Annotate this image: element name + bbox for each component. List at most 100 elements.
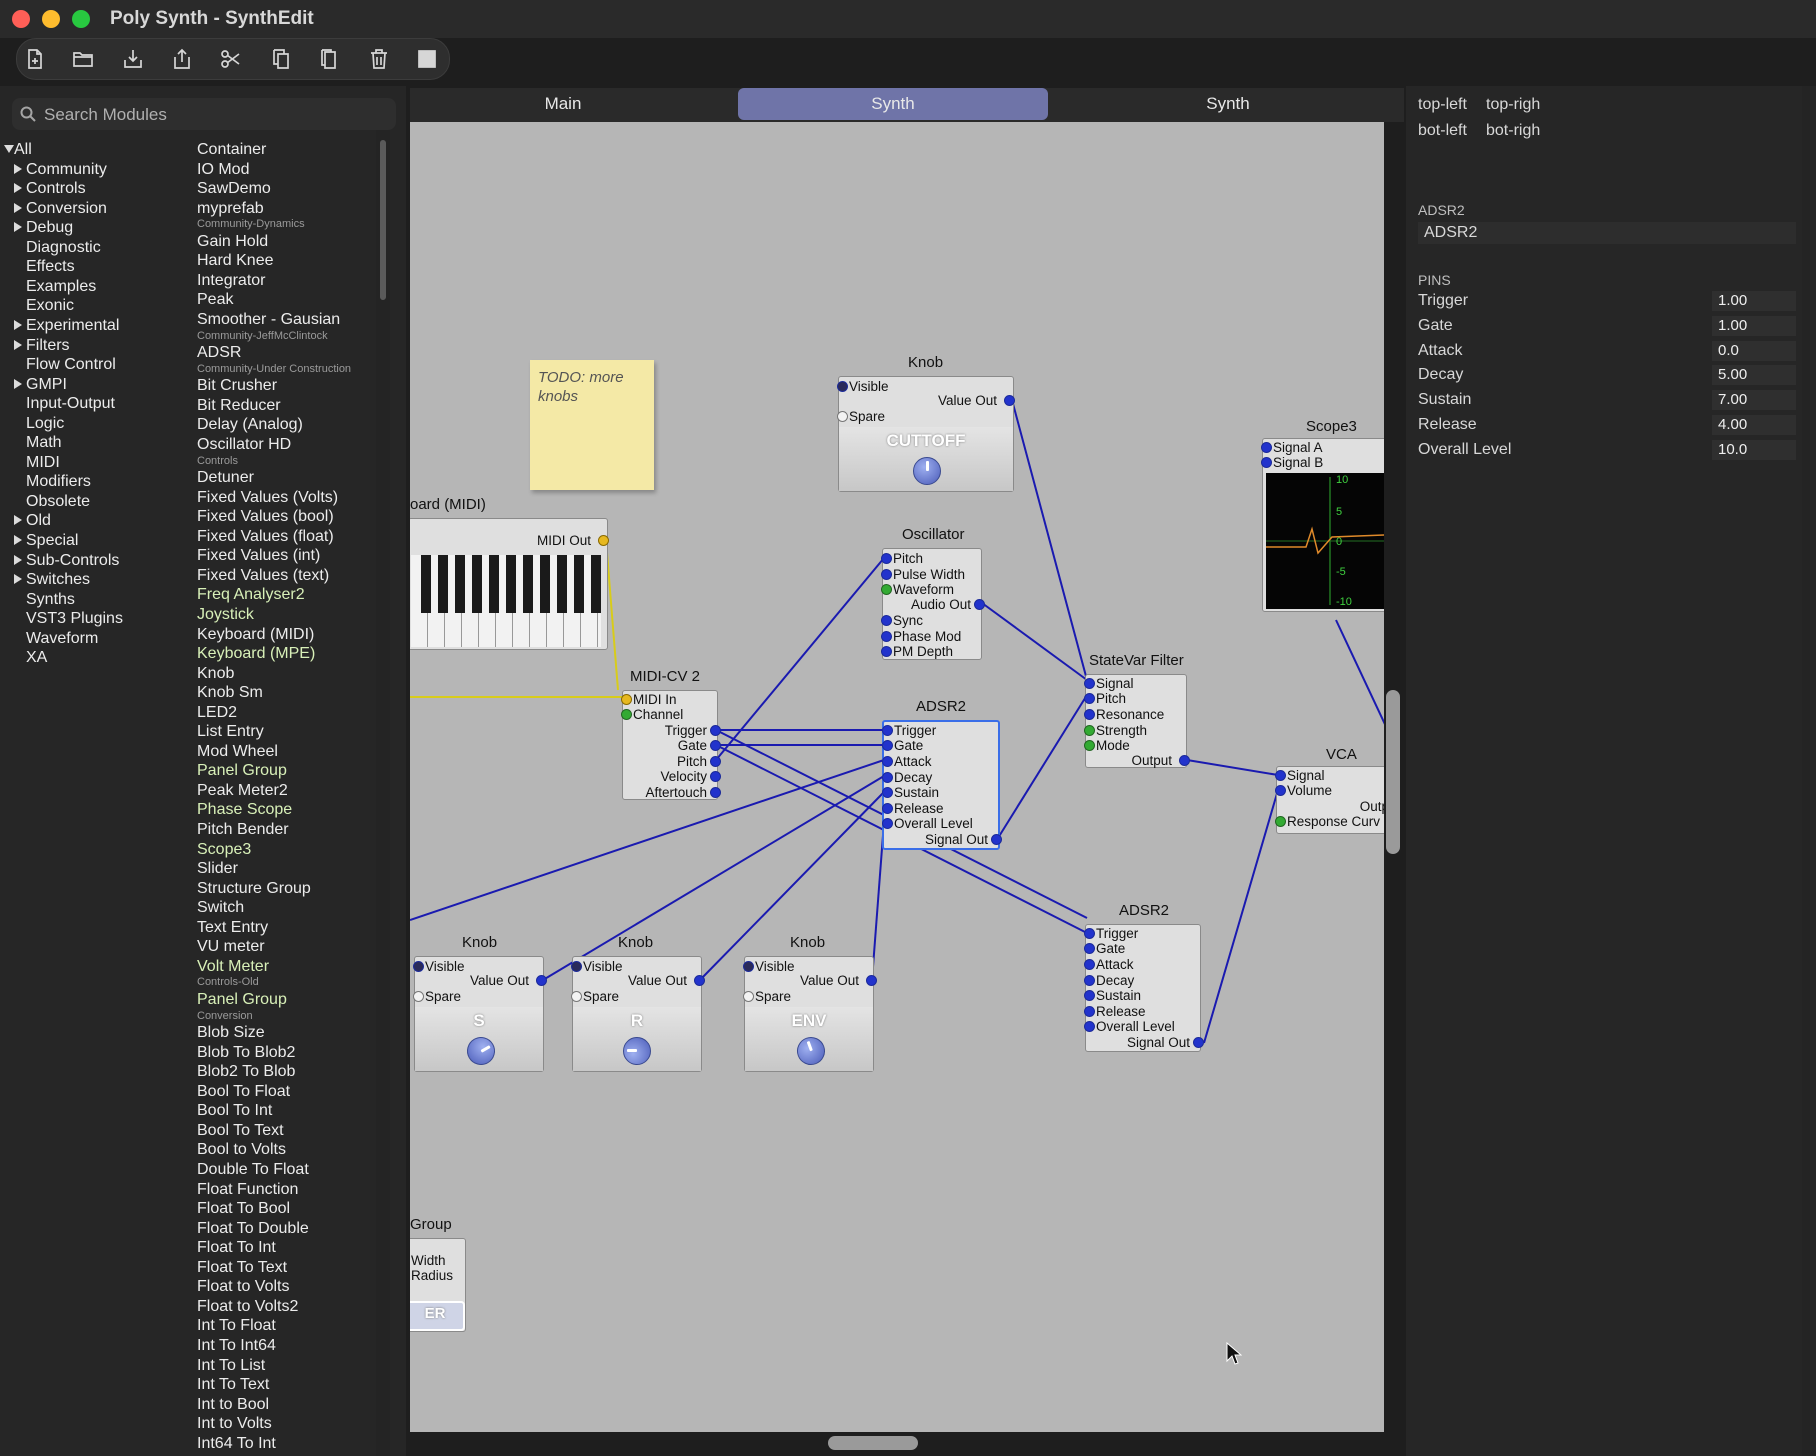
- knob-s-module[interactable]: Visible Value Out Spare S: [413, 956, 547, 1072]
- module-item[interactable]: myprefab: [197, 199, 264, 218]
- expand-arrow-icon[interactable]: [14, 222, 22, 233]
- module-item[interactable]: Bit Crusher: [197, 376, 277, 395]
- close-window-button[interactable]: [12, 10, 30, 28]
- module-item[interactable]: Bool to Volts: [197, 1140, 286, 1159]
- search-input[interactable]: [42, 102, 386, 128]
- keyboard-module[interactable]: MIDI Out: [410, 518, 609, 650]
- module-item[interactable]: Float to Volts: [197, 1277, 290, 1296]
- midicv-module[interactable]: MIDI In Channel Trigger Gate Pitch Veloc…: [621, 690, 721, 800]
- category-item[interactable]: Waveform: [26, 629, 98, 648]
- module-item[interactable]: Peak Meter2: [197, 781, 288, 800]
- module-item[interactable]: IO Mod: [197, 160, 249, 179]
- knob-env-module[interactable]: Visible Value Out Spare ENV: [743, 956, 877, 1072]
- module-item[interactable]: Slider: [197, 859, 238, 878]
- module-item[interactable]: ADSR: [197, 343, 241, 362]
- module-item[interactable]: SawDemo: [197, 179, 271, 198]
- category-item[interactable]: Debug: [14, 218, 73, 237]
- module-item[interactable]: Blob To Blob2: [197, 1043, 295, 1062]
- category-item[interactable]: Input-Output: [26, 394, 115, 413]
- category-item[interactable]: GMPI: [14, 375, 67, 394]
- pin-property-value[interactable]: 1.00: [1712, 315, 1796, 336]
- save-icon[interactable]: [115, 43, 151, 75]
- module-item[interactable]: Bit Reducer: [197, 396, 281, 415]
- module-item[interactable]: Knob: [197, 664, 234, 683]
- module-item[interactable]: Hard Knee: [197, 251, 274, 270]
- pin-property-value[interactable]: 5.00: [1712, 365, 1796, 386]
- tab-synth-active[interactable]: Synth: [738, 88, 1048, 120]
- category-item[interactable]: Special: [14, 531, 78, 550]
- paste-icon[interactable]: [311, 43, 347, 75]
- search-box[interactable]: [12, 98, 396, 130]
- trash-icon[interactable]: [361, 43, 397, 75]
- module-item[interactable]: Gain Hold: [197, 232, 268, 251]
- tab-main[interactable]: Main: [410, 88, 716, 120]
- module-item[interactable]: Fixed Values (float): [197, 527, 334, 546]
- module-item[interactable]: Oscillator HD: [197, 435, 291, 454]
- pin-property-value[interactable]: 4.00: [1712, 415, 1796, 435]
- module-item[interactable]: Fixed Values (bool): [197, 507, 334, 526]
- module-item[interactable]: Bool To Float: [197, 1082, 290, 1101]
- module-item[interactable]: Blob2 To Blob: [197, 1062, 295, 1081]
- category-item[interactable]: Switches: [14, 570, 90, 589]
- module-item[interactable]: Fixed Values (Volts): [197, 488, 338, 507]
- module-item[interactable]: Blob Size: [197, 1023, 265, 1042]
- expand-arrow-icon[interactable]: [14, 163, 22, 174]
- module-item[interactable]: Int to Bool: [197, 1395, 269, 1414]
- pin-dot[interactable]: [837, 381, 848, 392]
- category-item[interactable]: All: [4, 140, 32, 159]
- expand-arrow-icon[interactable]: [14, 202, 22, 213]
- module-item[interactable]: Double To Float: [197, 1160, 309, 1179]
- module-item[interactable]: Int64 To Int: [197, 1434, 276, 1453]
- module-item[interactable]: Int To Float: [197, 1316, 276, 1335]
- module-item[interactable]: Int to Volts: [197, 1414, 272, 1433]
- module-item[interactable]: Text Entry: [197, 918, 268, 937]
- zoom-window-button[interactable]: [72, 10, 90, 28]
- category-item[interactable]: Conversion: [14, 199, 107, 218]
- group-module[interactable]: Width Radius ER: [410, 1238, 466, 1332]
- expand-arrow-icon[interactable]: [14, 378, 22, 389]
- pin-property-value[interactable]: 1.00: [1712, 291, 1796, 311]
- category-item[interactable]: Examples: [26, 277, 96, 296]
- structure-canvas[interactable]: TODO: more knobs oard (MIDI) MIDI Out Kn…: [410, 122, 1384, 1432]
- module-item[interactable]: Float To Double: [197, 1219, 309, 1238]
- expand-arrow-icon[interactable]: [14, 515, 22, 526]
- module-item[interactable]: Float to Volts2: [197, 1297, 298, 1316]
- share-icon[interactable]: [164, 43, 200, 75]
- module-list-scroll-thumb[interactable]: [380, 140, 386, 300]
- properties-scrollbar[interactable]: [1802, 86, 1816, 1456]
- pin-property-value[interactable]: 10.0: [1712, 439, 1796, 460]
- category-item[interactable]: Obsolete: [26, 492, 90, 511]
- module-item[interactable]: Phase Scope: [197, 800, 292, 819]
- knob-r-module[interactable]: Visible Value Out Spare R: [571, 956, 705, 1072]
- group-button[interactable]: ER: [410, 1301, 465, 1331]
- canvas-vertical-scroll-thumb[interactable]: [1386, 690, 1400, 854]
- category-item[interactable]: Controls: [14, 179, 86, 198]
- module-item[interactable]: Scope3: [197, 840, 251, 859]
- corner-bot-right[interactable]: bot-righ: [1486, 122, 1540, 140]
- pin-dot[interactable]: [837, 411, 848, 422]
- module-item[interactable]: List Entry: [197, 722, 264, 741]
- category-item[interactable]: Sub-Controls: [14, 551, 119, 570]
- module-item[interactable]: LED2: [197, 703, 237, 722]
- module-item[interactable]: Fixed Values (text): [197, 566, 329, 585]
- module-item[interactable]: Bool To Text: [197, 1121, 284, 1140]
- expand-arrow-icon[interactable]: [14, 554, 22, 565]
- category-item[interactable]: Math: [26, 433, 62, 452]
- module-item[interactable]: Pitch Bender: [197, 820, 289, 839]
- category-item[interactable]: Effects: [26, 257, 75, 276]
- category-item[interactable]: Synths: [26, 590, 75, 609]
- collapse-arrow-icon[interactable]: [4, 145, 14, 153]
- module-list-scrollbar[interactable]: [376, 130, 390, 1456]
- scope-module[interactable]: Signal A Signal B 10 5 0 -5 -10: [1261, 438, 1384, 612]
- module-item[interactable]: Detuner: [197, 468, 254, 487]
- stop-icon[interactable]: [409, 43, 445, 75]
- corner-top-left[interactable]: top-left: [1418, 96, 1467, 114]
- module-item[interactable]: Float To Text: [197, 1258, 287, 1277]
- module-item[interactable]: Delay (Analog): [197, 415, 303, 434]
- category-item[interactable]: VST3 Plugins: [26, 609, 123, 628]
- category-item[interactable]: Community: [14, 160, 107, 179]
- module-item[interactable]: Mod Wheel: [197, 742, 278, 761]
- module-item[interactable]: VU meter: [197, 937, 265, 956]
- module-item[interactable]: Keyboard (MPE): [197, 644, 315, 663]
- expand-arrow-icon[interactable]: [14, 183, 22, 194]
